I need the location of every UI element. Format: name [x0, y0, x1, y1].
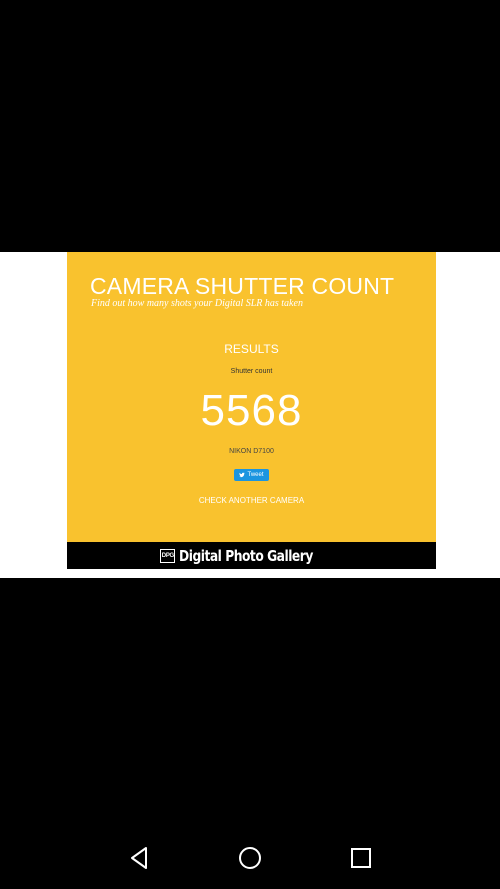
home-circle-icon[interactable]: [235, 843, 265, 873]
shutter-count-card: CAMERA SHUTTER COUNT Find out how many s…: [67, 252, 436, 542]
footer-brand: Digital Photo Gallery: [179, 546, 314, 565]
page-title: CAMERA SHUTTER COUNT: [90, 273, 395, 299]
camera-model: NIKON D7100: [229, 448, 274, 455]
page-subtitle: Find out how many shots your Digital SLR…: [91, 298, 303, 309]
tweet-button[interactable]: Tweet: [234, 469, 269, 481]
check-another-camera-link[interactable]: CHECK ANOTHER CAMERA: [67, 496, 436, 505]
dpg-logo-icon: DPG: [160, 548, 176, 563]
tweet-label: Tweet: [247, 472, 264, 478]
results-heading: RESULTS: [224, 342, 279, 356]
footer-banner: DPG Digital Photo Gallery: [67, 542, 436, 569]
back-triangle-icon[interactable]: [124, 843, 154, 873]
system-navigation-bar: [0, 829, 500, 889]
shutter-count-label: Shutter count: [230, 368, 273, 375]
shutter-count-value: 5568: [200, 386, 303, 435]
recents-square-icon[interactable]: [346, 843, 376, 873]
twitter-bird-icon: [239, 472, 246, 478]
